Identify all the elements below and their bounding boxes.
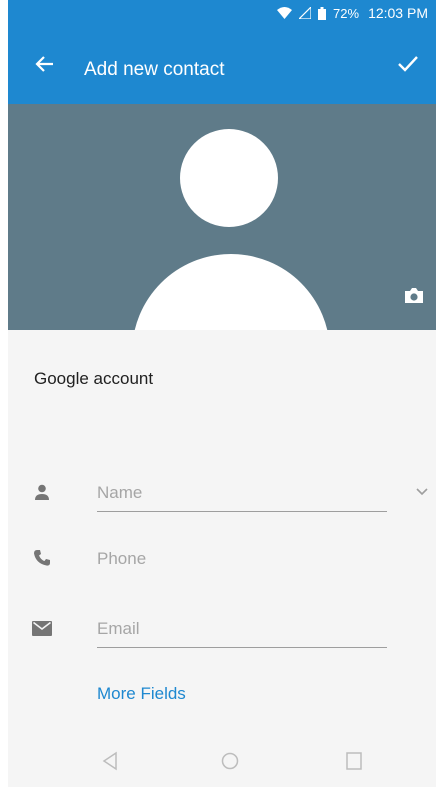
phone-icon	[28, 544, 56, 572]
email-icon	[28, 614, 56, 642]
email-input[interactable]	[97, 616, 387, 642]
chevron-down-icon	[416, 488, 428, 496]
battery-icon	[318, 6, 327, 20]
camera-button[interactable]	[400, 282, 428, 308]
check-icon	[398, 56, 418, 72]
back-button[interactable]	[28, 48, 60, 80]
name-field-row	[8, 478, 436, 534]
screen: 72% 12:03 PM Add new contact Google acco…	[8, 0, 436, 787]
clock: 12:03 PM	[368, 5, 428, 21]
status-bar: 72% 12:03 PM	[8, 0, 436, 26]
email-field-row	[8, 614, 436, 670]
person-icon	[28, 478, 56, 506]
nav-back-icon	[102, 751, 117, 771]
page-title: Add new contact	[84, 59, 225, 80]
name-underline	[97, 511, 387, 512]
wifi-icon	[277, 7, 293, 19]
cell-signal-icon	[299, 7, 312, 19]
save-button[interactable]	[388, 48, 428, 80]
person-silhouette-icon	[180, 129, 278, 227]
name-input[interactable]	[97, 480, 387, 506]
contact-photo[interactable]	[8, 104, 436, 330]
camera-icon	[405, 288, 423, 303]
account-label[interactable]: Google account	[34, 369, 153, 389]
arrow-left-icon	[35, 56, 53, 72]
nav-recents-icon	[346, 752, 362, 770]
nav-home-icon	[221, 752, 239, 770]
phone-input[interactable]	[97, 546, 387, 572]
email-underline	[97, 647, 387, 648]
more-fields-button[interactable]: More Fields	[97, 684, 186, 704]
expand-name-button[interactable]	[412, 484, 432, 500]
app-bar: Add new contact	[8, 26, 436, 104]
nav-home-button[interactable]	[218, 749, 242, 773]
battery-percent: 72%	[333, 5, 360, 21]
nav-back-button[interactable]	[98, 749, 122, 773]
navigation-bar	[8, 735, 436, 787]
person-silhouette-body	[132, 254, 330, 330]
phone-field-row	[8, 544, 436, 600]
nav-recents-button[interactable]	[342, 749, 366, 773]
